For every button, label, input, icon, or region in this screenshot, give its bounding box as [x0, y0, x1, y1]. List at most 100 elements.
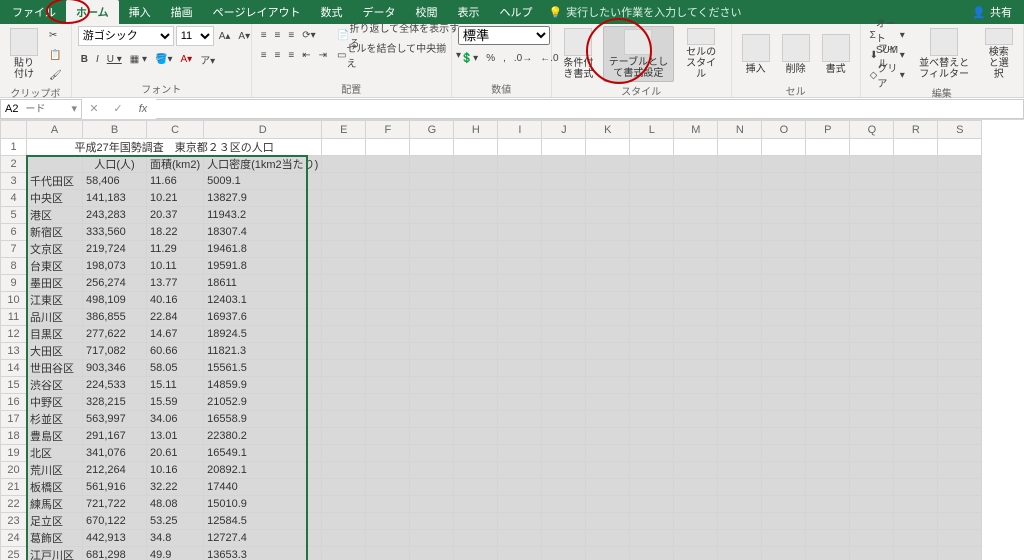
cell[interactable]: 22380.2 — [204, 428, 322, 445]
cell[interactable] — [630, 309, 674, 326]
cell[interactable]: 文京区 — [27, 241, 83, 258]
cell[interactable] — [630, 513, 674, 530]
align-middle-button[interactable]: ≡ — [272, 26, 284, 44]
tab-help[interactable]: ヘルプ — [489, 0, 542, 24]
cell[interactable] — [410, 530, 454, 547]
cell[interactable] — [674, 513, 718, 530]
cell[interactable] — [630, 275, 674, 292]
cell[interactable] — [894, 173, 938, 190]
cell[interactable] — [322, 479, 366, 496]
cell[interactable] — [938, 530, 982, 547]
cell[interactable] — [498, 139, 542, 156]
cell[interactable]: 60.66 — [147, 343, 204, 360]
row-header[interactable]: 11 — [1, 309, 27, 326]
cell[interactable]: 15561.5 — [204, 360, 322, 377]
cell[interactable] — [938, 190, 982, 207]
cell[interactable] — [410, 275, 454, 292]
copy-button[interactable]: 📋 — [46, 46, 65, 64]
col-header[interactable]: D — [204, 121, 322, 139]
cell[interactable] — [454, 513, 498, 530]
row-header[interactable]: 14 — [1, 360, 27, 377]
cell[interactable] — [674, 360, 718, 377]
row-header[interactable]: 3 — [1, 173, 27, 190]
cell[interactable] — [718, 275, 762, 292]
cell[interactable] — [806, 258, 850, 275]
cell[interactable] — [630, 377, 674, 394]
cell[interactable]: 12727.4 — [204, 530, 322, 547]
cell[interactable] — [498, 292, 542, 309]
cell[interactable] — [762, 224, 806, 241]
cell[interactable] — [938, 224, 982, 241]
cell[interactable] — [718, 241, 762, 258]
tab-draw[interactable]: 描画 — [161, 0, 203, 24]
col-header[interactable]: K — [586, 121, 630, 139]
cell[interactable] — [366, 275, 410, 292]
cell[interactable] — [454, 547, 498, 560]
cell[interactable] — [806, 241, 850, 258]
cell[interactable] — [894, 360, 938, 377]
cell[interactable] — [498, 394, 542, 411]
cell[interactable]: 17440 — [204, 479, 322, 496]
cell[interactable] — [938, 258, 982, 275]
cell[interactable] — [762, 156, 806, 173]
cell[interactable] — [938, 326, 982, 343]
cell[interactable] — [586, 343, 630, 360]
row-header[interactable]: 9 — [1, 275, 27, 292]
cell[interactable] — [454, 309, 498, 326]
percent-button[interactable]: % — [483, 49, 498, 67]
cell[interactable] — [938, 547, 982, 560]
cell[interactable] — [322, 190, 366, 207]
cell[interactable] — [894, 462, 938, 479]
cell[interactable] — [718, 462, 762, 479]
cell[interactable] — [454, 343, 498, 360]
cell[interactable] — [806, 275, 850, 292]
cell[interactable] — [586, 377, 630, 394]
cell[interactable] — [498, 377, 542, 394]
cell[interactable]: 品川区 — [27, 309, 83, 326]
cell[interactable] — [894, 275, 938, 292]
cell[interactable] — [542, 377, 586, 394]
cell[interactable] — [542, 360, 586, 377]
cell[interactable] — [542, 139, 586, 156]
cell[interactable] — [410, 411, 454, 428]
cell[interactable] — [410, 173, 454, 190]
cell[interactable]: 58,406 — [83, 173, 147, 190]
cell[interactable] — [894, 258, 938, 275]
cell[interactable] — [410, 224, 454, 241]
cell[interactable] — [586, 496, 630, 513]
cell[interactable]: 198,073 — [83, 258, 147, 275]
tab-pagelayout[interactable]: ページレイアウト — [203, 0, 311, 24]
cell[interactable] — [806, 394, 850, 411]
cell[interactable] — [542, 496, 586, 513]
cell[interactable] — [586, 428, 630, 445]
cell[interactable]: 53.25 — [147, 513, 204, 530]
cell[interactable] — [894, 547, 938, 560]
cell[interactable]: 新宿区 — [27, 224, 83, 241]
cell[interactable]: 足立区 — [27, 513, 83, 530]
cell[interactable] — [498, 496, 542, 513]
row-header[interactable]: 15 — [1, 377, 27, 394]
cell[interactable] — [894, 394, 938, 411]
cell[interactable] — [894, 377, 938, 394]
cell[interactable] — [498, 309, 542, 326]
cell[interactable] — [454, 462, 498, 479]
cell[interactable] — [674, 224, 718, 241]
cell[interactable] — [806, 173, 850, 190]
cell[interactable]: 15010.9 — [204, 496, 322, 513]
cell[interactable]: 目黒区 — [27, 326, 83, 343]
cell[interactable]: 14.67 — [147, 326, 204, 343]
cell[interactable] — [718, 479, 762, 496]
font-name-select[interactable]: 游ゴシック — [78, 26, 174, 46]
cell[interactable] — [630, 326, 674, 343]
cell[interactable] — [322, 411, 366, 428]
cell[interactable] — [586, 513, 630, 530]
cell[interactable]: 葛飾区 — [27, 530, 83, 547]
cell[interactable] — [586, 156, 630, 173]
cell[interactable]: 渋谷区 — [27, 377, 83, 394]
comma-button[interactable]: , — [500, 49, 509, 67]
col-header[interactable]: H — [454, 121, 498, 139]
cell[interactable] — [850, 190, 894, 207]
cell[interactable]: 16937.6 — [204, 309, 322, 326]
row-header[interactable]: 5 — [1, 207, 27, 224]
cell[interactable] — [586, 292, 630, 309]
